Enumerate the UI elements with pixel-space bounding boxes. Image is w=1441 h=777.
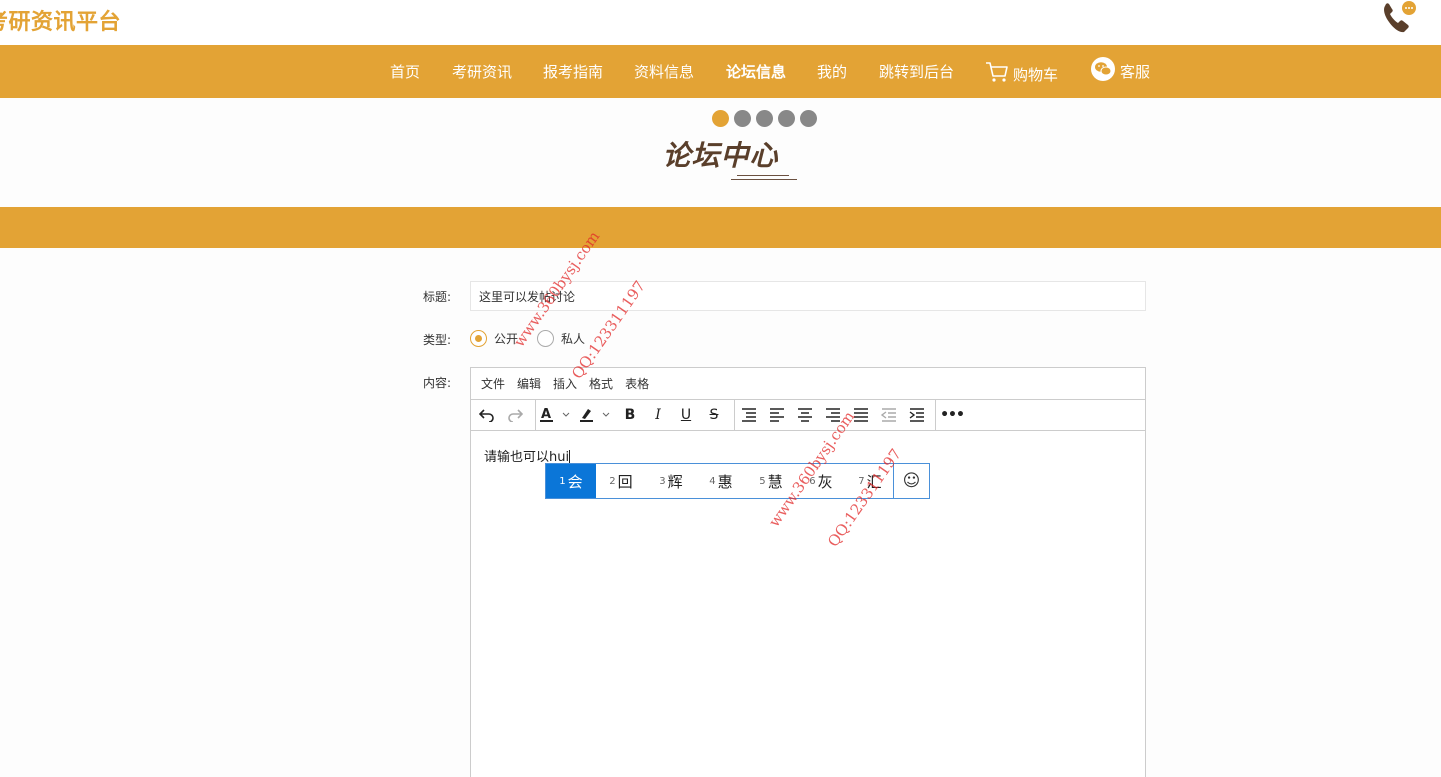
strikethrough-icon[interactable]: S xyxy=(700,401,728,429)
text-color-icon[interactable]: A xyxy=(536,401,576,429)
menu-file[interactable]: 文件 xyxy=(481,375,505,392)
title-label: 标题: xyxy=(423,290,452,304)
menu-edit[interactable]: 编辑 xyxy=(517,375,541,392)
radio-circle xyxy=(537,330,554,347)
nav-item-materials[interactable]: 资料信息 xyxy=(634,61,694,82)
svg-text:A: A xyxy=(541,407,551,422)
nav-item-label: 资料信息 xyxy=(634,63,695,81)
more-icon[interactable]: ••• xyxy=(938,401,966,429)
section-dots xyxy=(712,110,817,127)
type-radio-private[interactable]: 私人 xyxy=(537,330,585,347)
type-label: 类型: xyxy=(423,333,452,347)
ime-candidate[interactable]: 3辉 xyxy=(646,464,696,498)
phone-icon[interactable] xyxy=(1380,0,1420,36)
indent-icon[interactable] xyxy=(903,401,931,429)
bold-icon[interactable]: B xyxy=(616,401,644,429)
dot xyxy=(712,110,729,127)
menu-format[interactable]: 格式 xyxy=(589,375,613,392)
nav-item-admin[interactable]: 跳转到后台 xyxy=(879,61,954,82)
highlight-color-icon[interactable] xyxy=(576,401,616,429)
title-underline xyxy=(737,175,789,176)
line-height-icon[interactable] xyxy=(735,401,763,429)
cart-icon xyxy=(986,61,1008,82)
align-left-icon[interactable] xyxy=(763,401,791,429)
ime-candidate[interactable]: 4惠 xyxy=(696,464,746,498)
nav-item-label: 客服 xyxy=(1120,63,1151,81)
nav-item-label: 跳转到后台 xyxy=(879,63,955,81)
nav-item-guide[interactable]: 报考指南 xyxy=(543,61,603,82)
underline-icon[interactable]: U xyxy=(672,401,700,429)
title-input[interactable] xyxy=(470,281,1146,311)
top-bar: 考研资讯平台 xyxy=(0,0,1441,45)
nav-item-label: 报考指南 xyxy=(543,63,604,81)
nav-item-service[interactable]: 客服 xyxy=(1090,55,1150,82)
dot xyxy=(756,110,773,127)
ime-candidate[interactable]: 2回 xyxy=(596,464,646,498)
undo-icon[interactable] xyxy=(473,401,501,429)
rich-text-editor[interactable]: 文件 编辑 插入 格式 表格 A B I U S ••• 请输也可以hui xyxy=(470,367,1146,777)
italic-icon[interactable]: I xyxy=(644,401,672,429)
nav-item-label: 购物车 xyxy=(1013,66,1059,84)
nav-item-mine[interactable]: 我的 xyxy=(817,61,847,82)
menu-insert[interactable]: 插入 xyxy=(553,375,577,392)
dot xyxy=(778,110,795,127)
toolbar-separator xyxy=(935,399,936,431)
nav-item-forum[interactable]: 论坛信息 xyxy=(726,61,786,82)
content-label: 内容: xyxy=(423,376,452,390)
editor-toolbar: A B I U S ••• xyxy=(471,399,1145,431)
nav-item-label: 我的 xyxy=(817,63,848,81)
redo-icon[interactable] xyxy=(501,401,529,429)
align-center-icon[interactable] xyxy=(791,401,819,429)
emoji-icon[interactable]: ☺ xyxy=(893,464,929,498)
menu-table[interactable]: 表格 xyxy=(625,375,649,392)
main-nav: 首页 考研资讯 报考指南 资料信息 论坛信息 我的 跳转到后台 购物车 客服 xyxy=(0,45,1441,98)
outdent-icon[interactable] xyxy=(875,401,903,429)
wechat-icon xyxy=(1091,56,1115,81)
nav-item-label: 首页 xyxy=(390,63,421,81)
section-title: 论坛中心 xyxy=(662,139,779,172)
dot xyxy=(734,110,751,127)
radio-label: 私人 xyxy=(561,332,586,346)
nav-item-label: 考研资讯 xyxy=(452,63,513,81)
site-title[interactable]: 考研资讯平台 xyxy=(0,4,121,36)
nav-item-news[interactable]: 考研资讯 xyxy=(452,61,512,82)
dot xyxy=(800,110,817,127)
nav-item-cart[interactable]: 购物车 xyxy=(985,58,1058,85)
section-banner xyxy=(0,207,1441,248)
title-underline xyxy=(731,179,797,180)
nav-item-label: 论坛信息 xyxy=(726,63,787,81)
ime-candidate[interactable]: 1会 xyxy=(546,464,596,498)
nav-item-home[interactable]: 首页 xyxy=(390,61,420,82)
radio-circle xyxy=(470,330,487,347)
